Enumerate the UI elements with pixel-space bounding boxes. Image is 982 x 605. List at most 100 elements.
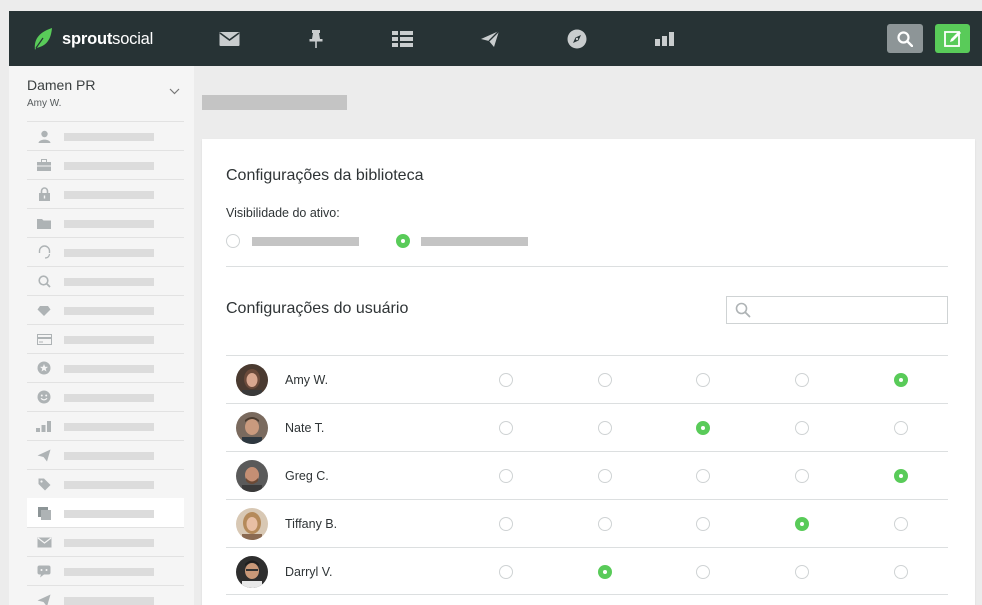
account-switcher[interactable]: Damen PR Amy W. — [9, 66, 194, 121]
permission-radio[interactable] — [894, 517, 908, 531]
tag-icon — [36, 476, 52, 492]
search-icon — [897, 30, 913, 47]
person-icon — [36, 128, 52, 144]
permission-radio[interactable] — [499, 469, 513, 483]
logo-wordmark: sproutsocial — [62, 29, 154, 48]
permission-radio[interactable] — [598, 517, 612, 531]
user-name: Tiffany B. — [285, 517, 338, 531]
permission-radio[interactable] — [499, 373, 513, 387]
sidebar-label-placeholder — [64, 220, 154, 228]
sidebar-item-reviews[interactable] — [27, 353, 184, 382]
sprout-social-logo[interactable]: sproutsocial — [31, 26, 153, 52]
avatar — [236, 412, 268, 444]
permission-radio[interactable] — [894, 469, 908, 483]
reports-bar-chart-icon[interactable] — [654, 28, 676, 50]
user-name: Nate T. — [285, 421, 325, 435]
permission-radio[interactable] — [499, 421, 513, 435]
visibility-option-2-radio[interactable] — [396, 234, 410, 248]
avatar — [236, 364, 268, 396]
compose-icon — [943, 30, 961, 47]
sidebar-item-tags[interactable] — [27, 469, 184, 498]
permission-radio[interactable] — [894, 421, 908, 435]
sidebar-label-placeholder — [64, 394, 154, 402]
permission-radio[interactable] — [598, 421, 612, 435]
permission-radio[interactable] — [795, 469, 809, 483]
sidebar-item-reports[interactable] — [27, 411, 184, 440]
search-button[interactable] — [887, 24, 923, 53]
sidebar-item-messages[interactable] — [27, 527, 184, 556]
tasks-list-icon[interactable] — [391, 28, 413, 50]
sidebar-label-placeholder — [64, 278, 154, 286]
sidebar-item-support[interactable] — [27, 237, 184, 266]
permission-radio[interactable] — [696, 517, 710, 531]
star-badge-icon — [36, 360, 52, 376]
briefcase-icon — [36, 157, 52, 173]
settings-sidebar: Damen PR Amy W. — [9, 66, 194, 605]
sidebar-label-placeholder — [64, 336, 154, 344]
sidebar-label-placeholder — [64, 307, 154, 315]
account-name: Damen PR — [27, 77, 96, 93]
user-search-box — [726, 296, 948, 324]
avatar — [236, 508, 268, 540]
pin-icon[interactable] — [305, 28, 327, 50]
lock-icon — [36, 186, 52, 202]
user-row: Amy W. — [226, 355, 948, 403]
chat-bubble-icon — [36, 563, 52, 579]
asset-library-icon — [36, 505, 52, 521]
sidebar-label-placeholder — [64, 452, 154, 460]
permission-radio[interactable] — [696, 373, 710, 387]
visibility-option-1-radio[interactable] — [226, 234, 240, 248]
sidebar-item-outbound[interactable] — [27, 585, 184, 605]
permission-radio[interactable] — [499, 517, 513, 531]
paper-plane-icon — [36, 592, 52, 605]
top-navigation-bar: sproutsocial — [9, 11, 982, 66]
sidebar-label-placeholder — [64, 365, 154, 373]
permission-radio[interactable] — [894, 373, 908, 387]
compose-button[interactable] — [935, 24, 970, 53]
sidebar-label-placeholder — [64, 510, 154, 518]
permission-radio[interactable] — [598, 373, 612, 387]
sidebar-item-engagement[interactable] — [27, 382, 184, 411]
sidebar-item-asset-library[interactable] — [27, 498, 184, 527]
visibility-option-1-label-placeholder — [252, 237, 359, 246]
permission-radio[interactable] — [696, 565, 710, 579]
credit-card-icon — [36, 331, 52, 347]
permission-radio[interactable] — [696, 469, 710, 483]
account-user: Amy W. — [27, 98, 62, 109]
sidebar-item-chat[interactable] — [27, 556, 184, 585]
user-search-input[interactable] — [757, 301, 937, 319]
avatar — [236, 460, 268, 492]
permission-radio[interactable] — [894, 565, 908, 579]
permission-radio[interactable] — [598, 565, 612, 579]
messages-icon[interactable] — [218, 28, 240, 50]
permission-radio[interactable] — [598, 469, 612, 483]
sidebar-item-billing[interactable] — [27, 324, 184, 353]
chevron-down-icon — [169, 88, 180, 95]
heart-icon — [36, 302, 52, 318]
sidebar-item-publishing[interactable] — [27, 440, 184, 469]
sidebar-item-business[interactable] — [27, 150, 184, 179]
user-row: Nate T. — [226, 403, 948, 451]
user-name: Darryl V. — [285, 565, 333, 579]
sidebar-item-favorites[interactable] — [27, 295, 184, 324]
send-icon — [36, 447, 52, 463]
permission-radio[interactable] — [795, 517, 809, 531]
publish-send-icon[interactable] — [479, 28, 501, 50]
sidebar-item-listening[interactable] — [27, 266, 184, 295]
user-row: Darryl V. — [226, 547, 948, 595]
sidebar-item-folders[interactable] — [27, 208, 184, 237]
sidebar-item-profile[interactable] — [27, 121, 184, 150]
discovery-compass-icon[interactable] — [566, 28, 588, 50]
user-name: Amy W. — [285, 373, 329, 387]
sidebar-label-placeholder — [64, 568, 154, 576]
sidebar-item-security[interactable] — [27, 179, 184, 208]
user-row: Greg C. — [226, 451, 948, 499]
section-divider — [226, 266, 948, 267]
permission-radio[interactable] — [795, 565, 809, 579]
permission-radio[interactable] — [795, 421, 809, 435]
envelope-icon — [36, 534, 52, 550]
avatar — [236, 556, 268, 588]
permission-radio[interactable] — [696, 421, 710, 435]
permission-radio[interactable] — [499, 565, 513, 579]
permission-radio[interactable] — [795, 373, 809, 387]
